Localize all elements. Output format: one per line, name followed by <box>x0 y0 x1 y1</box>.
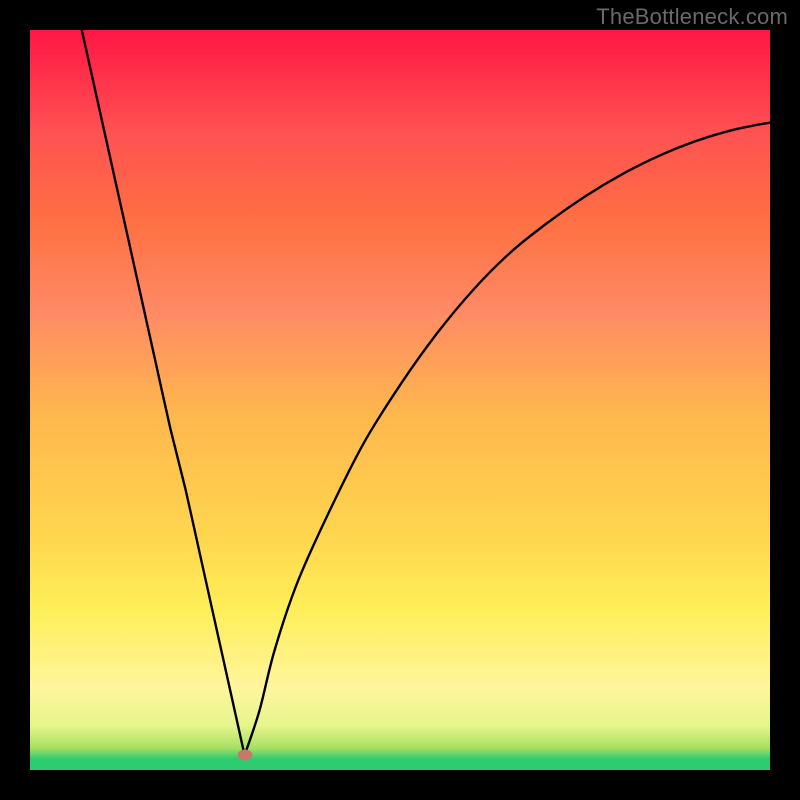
plot-area <box>30 30 770 770</box>
bottleneck-curve <box>30 30 770 770</box>
minimum-marker <box>237 750 252 761</box>
chart-frame: TheBottleneck.com <box>0 0 800 800</box>
watermark-text: TheBottleneck.com <box>596 4 788 30</box>
curve-path <box>82 30 770 755</box>
